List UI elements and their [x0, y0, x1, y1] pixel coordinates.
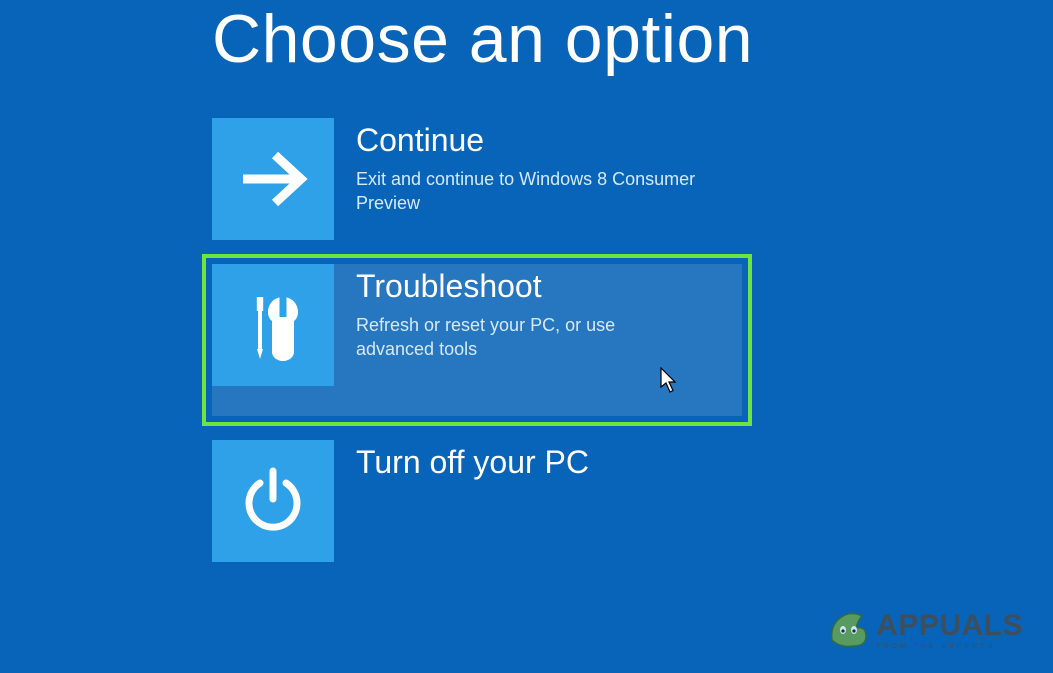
- continue-desc: Exit and continue to Windows 8 Consumer …: [356, 167, 696, 216]
- troubleshoot-text: Troubleshoot Refresh or reset your PC, o…: [334, 264, 696, 362]
- troubleshoot-title: Troubleshoot: [356, 268, 696, 305]
- watermark: APPUALS FROM THE EXPERTS: [826, 606, 1023, 655]
- options-list: Continue Exit and continue to Windows 8 …: [212, 118, 1053, 562]
- turnoff-title: Turn off your PC: [356, 444, 589, 481]
- continue-title: Continue: [356, 122, 696, 159]
- page-title: Choose an option: [212, 0, 1053, 78]
- power-icon: [212, 440, 334, 562]
- cursor-icon: [660, 367, 678, 398]
- turnoff-option[interactable]: Turn off your PC: [212, 440, 742, 562]
- watermark-brand: APPUALS: [876, 611, 1023, 641]
- watermark-logo-icon: [826, 606, 870, 655]
- boot-options-screen: Choose an option Continue Exit and conti…: [0, 0, 1053, 562]
- troubleshoot-highlight-box: Troubleshoot Refresh or reset your PC, o…: [202, 254, 752, 426]
- watermark-tagline: FROM THE EXPERTS: [876, 643, 1023, 650]
- watermark-text: APPUALS FROM THE EXPERTS: [876, 611, 1023, 650]
- troubleshoot-desc: Refresh or reset your PC, or use advance…: [356, 313, 696, 362]
- continue-text: Continue Exit and continue to Windows 8 …: [334, 118, 696, 216]
- tools-icon: [212, 264, 334, 386]
- troubleshoot-option[interactable]: Troubleshoot Refresh or reset your PC, o…: [212, 264, 742, 416]
- arrow-right-icon: [212, 118, 334, 240]
- continue-option[interactable]: Continue Exit and continue to Windows 8 …: [212, 118, 742, 240]
- turnoff-text: Turn off your PC: [334, 440, 589, 489]
